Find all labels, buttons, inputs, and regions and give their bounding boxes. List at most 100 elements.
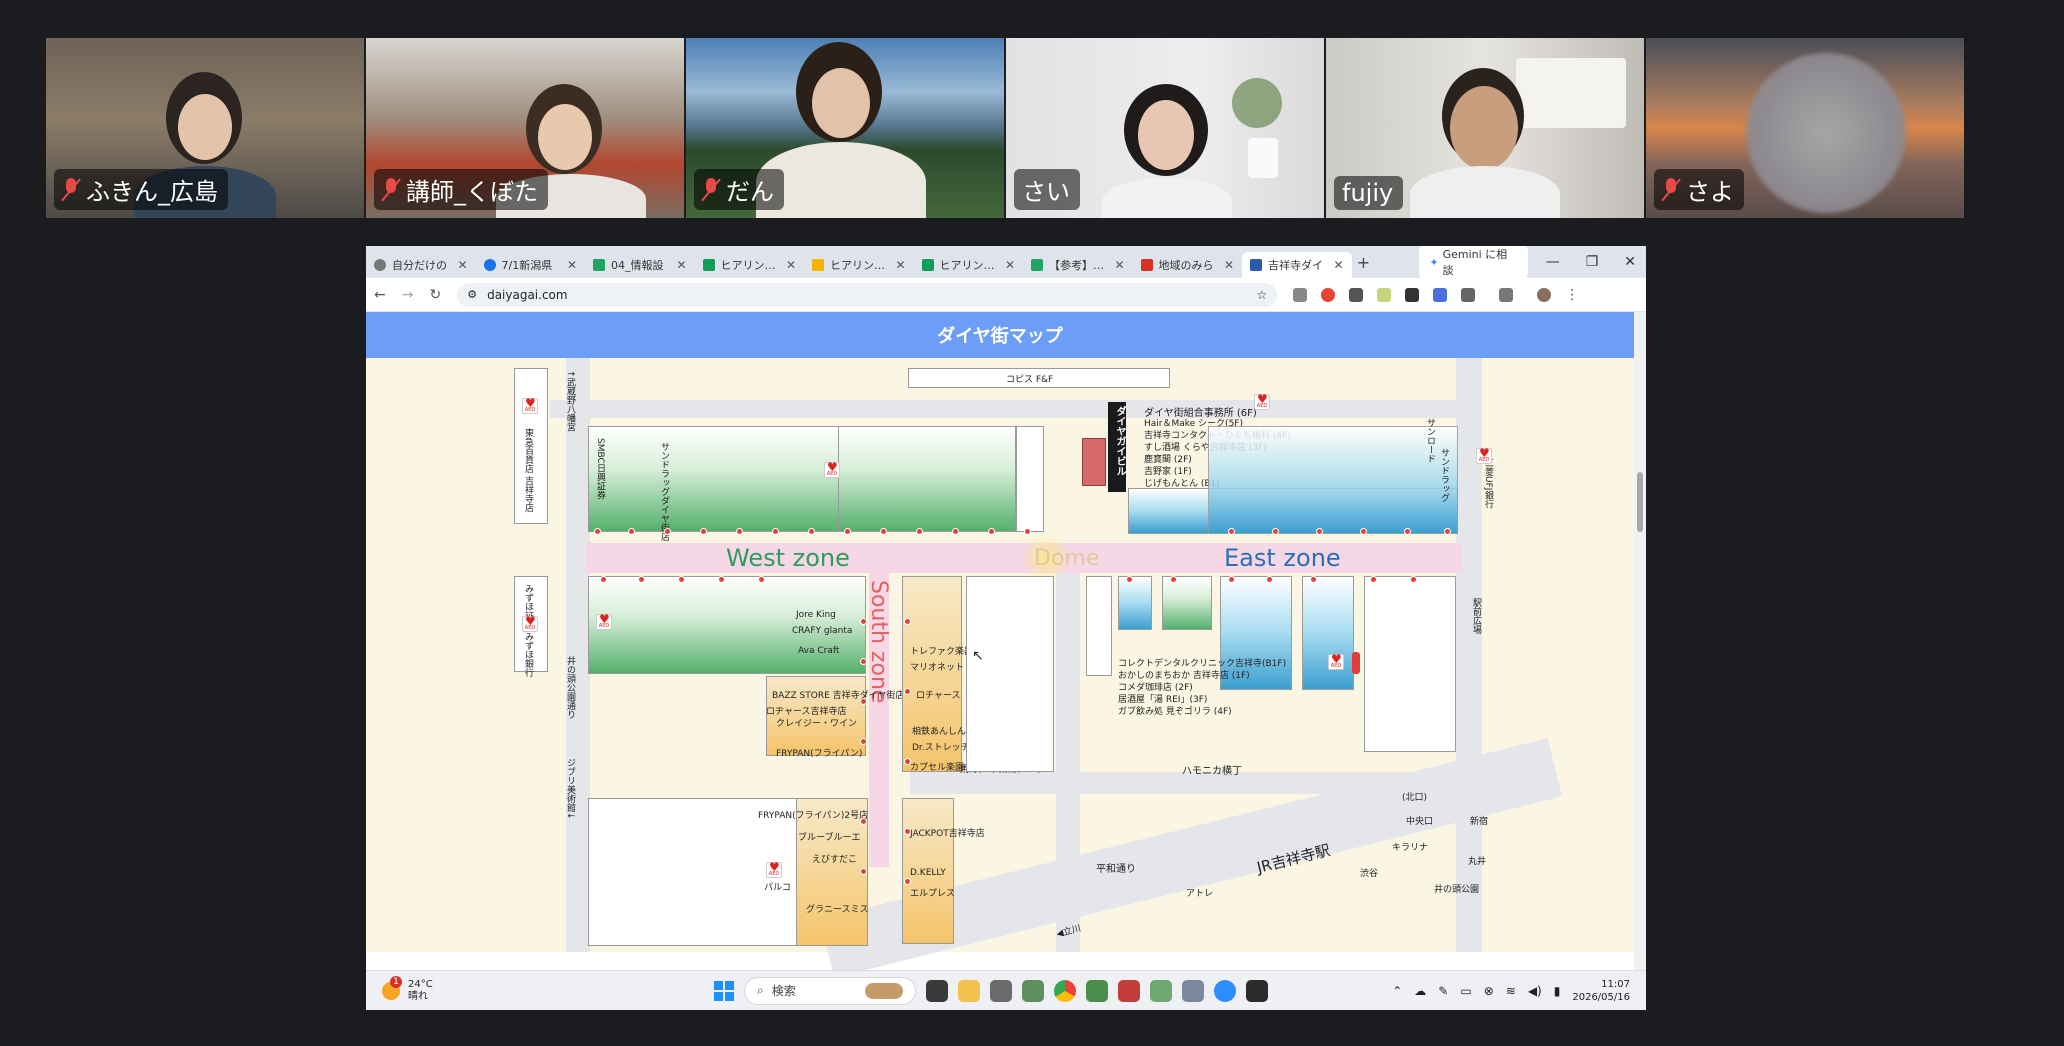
extension-icon[interactable] — [1321, 287, 1336, 302]
task-view-icon[interactable] — [926, 979, 948, 1002]
browser-tab[interactable]: ヒアリングシ ✕ — [695, 252, 805, 278]
browser-tab[interactable]: 地域のみら ✕ — [1133, 252, 1243, 278]
taskbar-search[interactable]: ⌕ 検索 — [744, 976, 916, 1005]
extension-icon[interactable] — [1349, 287, 1364, 302]
rochas2-label: ロヂャース吉祥寺店 — [766, 707, 847, 717]
calculator-icon[interactable] — [990, 979, 1012, 1002]
volume-icon[interactable]: ◀) — [1528, 984, 1542, 998]
web-page: ダイヤ街マップ West zone East zone Dome South z… — [366, 312, 1634, 978]
participant-name-label: だん — [694, 169, 784, 210]
device-icon[interactable]: ▭ — [1460, 984, 1471, 998]
shop-pin-icon — [1228, 576, 1235, 583]
east-zone-north-block-2 — [1208, 426, 1458, 534]
shop-pin-icon — [860, 618, 867, 625]
zoom-icon[interactable] — [1214, 979, 1236, 1002]
shop-pin-icon — [1170, 576, 1177, 583]
crazy-wine-label: クレイジー・ワイン — [776, 719, 858, 729]
participant-tile-4-active-speaker[interactable]: さい — [1006, 38, 1324, 218]
tab-favicon-icon — [374, 259, 386, 271]
puzzle-icon[interactable] — [1461, 287, 1476, 302]
extension-icon[interactable] — [1433, 287, 1448, 302]
mic-muted-icon — [62, 177, 80, 202]
browser-tab[interactable]: 04_情報設 ✕ — [585, 252, 695, 278]
browser-tab[interactable]: 【参考】2部 ✕ — [1023, 252, 1133, 278]
close-icon[interactable]: ✕ — [786, 258, 796, 272]
app-icon[interactable] — [1118, 979, 1140, 1002]
back-icon[interactable]: ← — [374, 287, 386, 303]
notepad-icon[interactable] — [1022, 979, 1044, 1002]
url-field[interactable]: ⚙ daiyagai.com ☆ — [457, 282, 1278, 307]
close-icon[interactable]: ✕ — [1005, 258, 1015, 272]
participant-tile-2[interactable]: 講師_くぼた — [366, 38, 684, 218]
forward-icon[interactable]: → — [402, 287, 414, 303]
restore-icon[interactable]: ❐ — [1586, 254, 1599, 270]
close-icon[interactable]: ✕ — [1224, 258, 1234, 272]
close-icon[interactable]: ✕ — [676, 258, 686, 272]
fire-hydrant-icon — [1352, 652, 1360, 674]
notification-badge: 1 — [390, 975, 402, 988]
chevron-up-icon[interactable]: ⌃ — [1392, 984, 1402, 998]
search-icon: ⌕ — [757, 983, 764, 997]
wifi-icon[interactable]: ≋ — [1506, 984, 1516, 998]
browser-tab[interactable]: ヒアリングシ ✕ — [804, 252, 914, 278]
participant-tile-6[interactable]: さよ — [1646, 38, 1964, 218]
new-tab-button[interactable]: + — [1352, 253, 1376, 272]
browser-tab[interactable]: 7/1新潟県 ✕ — [476, 252, 586, 278]
shop-pin-icon — [860, 658, 867, 665]
scrollbar-thumb[interactable] — [1637, 472, 1643, 532]
mic-muted-icon — [382, 177, 400, 202]
browser-tab-active[interactable]: 吉祥寺ダイ ✕ — [1242, 252, 1352, 278]
gav-label: ガブ飲み処 見ぞゴリラ (4F) — [1118, 707, 1232, 717]
minimize-icon[interactable]: — — [1546, 254, 1560, 270]
weather-widget[interactable]: 1 24°C 晴れ — [366, 975, 686, 1003]
blocked-icon[interactable]: ⊗ — [1484, 984, 1494, 998]
shinjuku-label: 新宿 — [1470, 817, 1489, 827]
participant-tile-1[interactable]: ふきん_広島 — [46, 38, 364, 218]
side-panel-icon[interactable] — [1499, 287, 1514, 302]
west-zone-south-block — [588, 576, 866, 674]
close-icon[interactable]: ✕ — [895, 258, 905, 272]
close-icon[interactable]: ✕ — [1114, 258, 1124, 272]
cloud-icon[interactable]: ☁ — [1414, 984, 1426, 998]
chrome-icon[interactable] — [1054, 979, 1076, 1002]
app-icon[interactable] — [1086, 979, 1108, 1002]
app-icon[interactable] — [1150, 979, 1172, 1002]
extension-icon[interactable] — [1377, 287, 1392, 302]
gemini-button[interactable]: ✦ Gemini に相談 — [1419, 246, 1528, 281]
dr-stretch-label: Dr.ストレッチ — [912, 743, 970, 753]
extension-icon[interactable] — [1293, 287, 1308, 302]
shop-pin-icon — [1272, 528, 1279, 535]
browser-tab[interactable]: 自分だけの ✕ — [366, 252, 476, 278]
app-icon[interactable] — [1182, 979, 1204, 1002]
battery-icon[interactable]: ▮ — [1554, 984, 1561, 998]
close-icon[interactable]: ✕ — [1333, 258, 1343, 272]
close-icon[interactable]: ✕ — [457, 258, 467, 272]
shop-pin-icon — [860, 698, 867, 705]
participant-tile-5[interactable]: fujiy — [1326, 38, 1644, 218]
profile-avatar[interactable] — [1537, 287, 1552, 302]
dkelly-label: D.KELLY — [910, 868, 946, 878]
parco-label: パルコ — [764, 883, 791, 893]
clock[interactable]: 11:07 2026/05/16 — [1572, 978, 1630, 1004]
close-icon[interactable]: ✕ — [567, 258, 577, 272]
close-window-icon[interactable]: ✕ — [1624, 254, 1636, 270]
middle-block — [966, 576, 1054, 772]
browser-tab[interactable]: ヒアリングシ ✕ — [914, 252, 1024, 278]
app-icon[interactable] — [1246, 979, 1268, 1002]
harmonica-label: ハモニカ横丁 — [1182, 766, 1242, 777]
page-scrollbar[interactable] — [1634, 312, 1646, 1010]
start-button[interactable] — [714, 980, 734, 1001]
extension-icon[interactable] — [1405, 287, 1420, 302]
site-info-icon[interactable]: ⚙ — [467, 288, 477, 301]
shop-pin-icon — [860, 738, 867, 745]
mouse-cursor-icon: ↖ — [972, 648, 984, 664]
participant-tile-3[interactable]: だん — [686, 38, 1004, 218]
file-explorer-icon[interactable] — [958, 979, 980, 1002]
pen-icon[interactable]: ✎ — [1438, 984, 1448, 998]
shop-pin-icon — [594, 528, 601, 535]
menu-icon[interactable]: ⋮ — [1565, 287, 1579, 303]
reload-icon[interactable]: ↻ — [429, 287, 441, 303]
bookmark-star-icon[interactable]: ☆ — [1256, 288, 1267, 302]
shop-block — [1016, 426, 1044, 532]
shared-screen: 自分だけの ✕ 7/1新潟県 ✕ 04_情報設 ✕ ヒアリングシ ✕ ヒアリングシ ✕ ヒ… — [366, 246, 1646, 1010]
